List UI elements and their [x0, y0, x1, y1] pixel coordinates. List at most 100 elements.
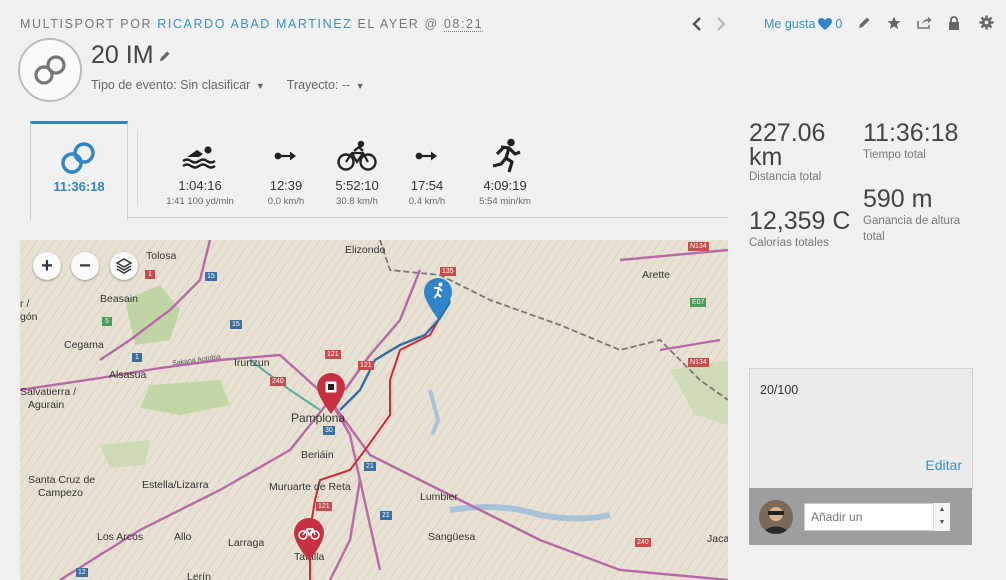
map-place-label: Alsasua: [109, 369, 147, 381]
map-place-label: Agurain: [28, 399, 65, 411]
chevron-right-icon: [717, 17, 726, 31]
road-shield: 121: [316, 502, 332, 511]
map-place-label: Tolosa: [146, 250, 177, 262]
distance-label: Distancia total: [749, 171, 822, 183]
edit-button[interactable]: [856, 16, 872, 33]
comment-input[interactable]: [804, 503, 949, 531]
minus-icon: −: [79, 254, 91, 277]
edit-notes-button[interactable]: Editar: [925, 457, 962, 473]
calories-label: Calorías totales: [749, 237, 829, 249]
pencil-icon: [859, 17, 870, 28]
previous-activity-button[interactable]: [688, 15, 706, 33]
segment-speed: 0.4 km/h: [408, 196, 446, 207]
road-shield: 240: [270, 377, 286, 386]
stop-marker[interactable]: [315, 371, 347, 420]
stat-distance: 227.06 km Distancia total: [749, 119, 826, 184]
map-place-label: Allo: [174, 531, 192, 543]
segment-run[interactable]: 4:09:19 5:54 min/km: [460, 138, 550, 207]
run-end-marker[interactable]: [422, 276, 454, 325]
share-icon: [917, 16, 932, 29]
pencil-icon: [159, 51, 170, 62]
privacy-button[interactable]: [946, 15, 962, 33]
map-place-label: Lumbier: [420, 491, 458, 503]
calories-value: 12,359 C: [749, 207, 851, 235]
activity-type-icon: [18, 38, 82, 102]
elevation-label: Ganancia de altura: [863, 215, 961, 227]
elevation-value: 590 m: [863, 185, 933, 213]
map-place-label: Muruarte de Reta: [269, 481, 351, 493]
share-button[interactable]: [916, 16, 932, 32]
avatar: [759, 500, 793, 534]
road-shield: 121: [358, 361, 374, 370]
event-type-dropdown[interactable]: Tipo de evento: Sin clasificar ▼: [91, 78, 265, 92]
road-shield: 5: [102, 317, 112, 326]
top-actions: Me gusta 0: [688, 14, 994, 34]
road-shield: 21: [364, 462, 376, 471]
user-avatar-icon: [759, 500, 793, 534]
road-shield: 240: [635, 538, 651, 547]
run-pin-icon: [424, 278, 452, 319]
route-dropdown[interactable]: Trayecto: -- ▼: [287, 78, 365, 92]
map-place-label: Arette: [642, 269, 671, 281]
breadcrumb: MULTISPORT POR RICARDO ABAD MARTINEZ EL …: [20, 17, 484, 32]
road-shield: N134: [688, 242, 709, 251]
elevation-label-2: total: [863, 231, 885, 243]
next-activity-button[interactable]: [712, 15, 730, 33]
segment-pace: 5:54 min/km: [479, 196, 531, 207]
road-shield: E07: [690, 298, 707, 307]
stat-calories: 12,359 C Calorías totales: [749, 207, 851, 250]
segment-pace: 1:41 100 yd/min: [166, 196, 234, 207]
activity-meta: Tipo de evento: Sin clasificar ▼ Trayecto…: [91, 78, 365, 92]
bike-marker[interactable]: [292, 516, 326, 567]
map-place-label: gón: [20, 311, 38, 323]
stat-elevation: 590 m Ganancia de altura total: [863, 185, 961, 244]
lock-icon: [949, 15, 960, 30]
zoom-in-button[interactable]: +: [33, 252, 61, 280]
map-place-label: r /: [20, 298, 30, 310]
finish-pin-icon: [317, 373, 345, 414]
zoom-out-button[interactable]: −: [71, 252, 99, 280]
caret-down-icon: ▼: [355, 81, 365, 91]
notes-panel: 20/100 Editar: [749, 368, 973, 490]
settings-button[interactable]: [978, 15, 994, 33]
map-place-label: Cegama: [64, 339, 104, 351]
like-count: 0: [835, 17, 843, 31]
comment-input-spinner[interactable]: ▲ ▼: [933, 503, 950, 531]
road-shield: 135: [440, 267, 456, 276]
map-terrain: [20, 240, 728, 580]
segment-time: 1:04:16: [178, 178, 222, 193]
map-place-label: Lerín: [187, 571, 211, 580]
like-button[interactable]: Me gusta 0: [764, 17, 842, 31]
swim-icon: [155, 138, 245, 174]
event-type-label: Tipo de evento: Sin clasificar: [91, 78, 251, 92]
multisport-icon: [61, 142, 95, 174]
map-place-label: Beasain: [100, 293, 138, 305]
route-map[interactable]: N134 N134 E07 135 15 15 1 5 240 121 121 …: [20, 240, 728, 580]
segment-time: 17:54: [410, 178, 444, 193]
favorite-button[interactable]: [886, 16, 902, 33]
edit-title-button[interactable]: [158, 50, 171, 67]
layers-icon: [116, 258, 132, 274]
distance-value: 227.06: [749, 119, 826, 147]
star-icon: [887, 16, 901, 29]
breadcrumb-prefix: MULTISPORT POR: [20, 17, 158, 31]
athlete-link[interactable]: RICARDO ABAD MARTINEZ: [157, 17, 352, 31]
map-place-label: Beriáin: [301, 449, 334, 461]
segment-total-tab[interactable]: 11:36:18: [30, 121, 128, 220]
segment-time: 4:09:19: [483, 178, 527, 193]
bike-pin-icon: [294, 518, 324, 561]
caret-down-icon: ▼: [255, 81, 265, 91]
segment-transition-2[interactable]: 17:54 0.4 km/h: [382, 138, 472, 207]
activity-title-text: 20 IM: [91, 41, 154, 69]
map-place-label: Salvatierra /: [20, 386, 77, 398]
road-shield: 15: [205, 272, 217, 281]
road-shield: 1: [145, 270, 155, 279]
heart-icon: [818, 17, 833, 30]
segment-swim[interactable]: 1:04:16 1:41 100 yd/min: [155, 138, 245, 207]
road-shield: 15: [230, 320, 242, 329]
map-layers-button[interactable]: [110, 252, 138, 280]
road-shield: 1: [132, 353, 142, 362]
road-shield: 12: [76, 568, 88, 577]
transition-icon: [382, 138, 472, 174]
plus-icon: +: [41, 254, 53, 277]
